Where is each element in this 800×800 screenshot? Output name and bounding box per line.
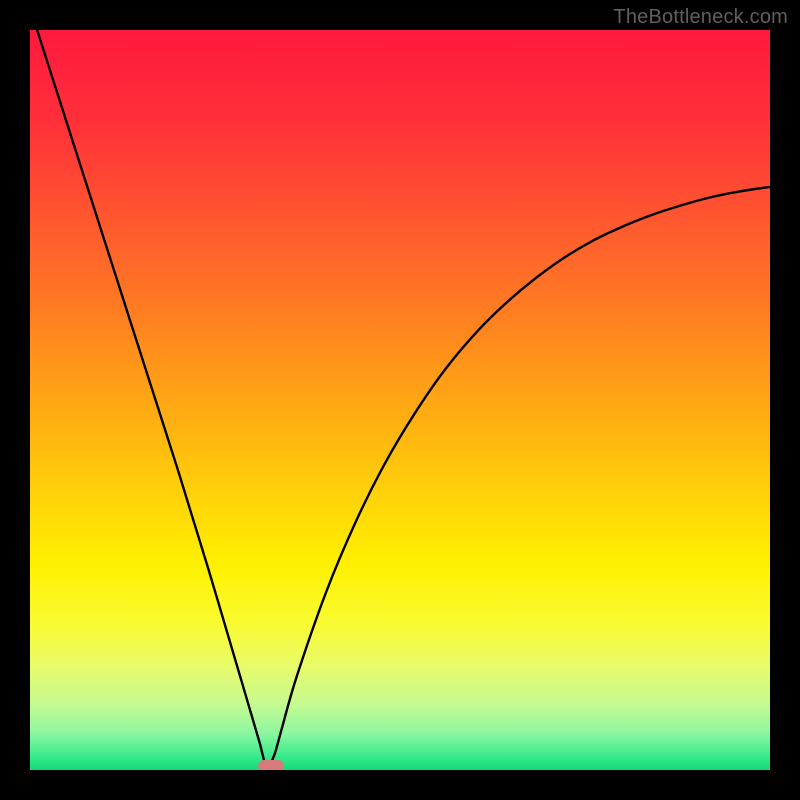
curve-layer [30,30,770,770]
minimum-marker [258,760,284,770]
watermark-text: TheBottleneck.com [613,6,788,29]
bottleneck-curve [30,30,770,767]
chart-frame: TheBottleneck.com [0,0,800,800]
plot-area [30,30,770,770]
